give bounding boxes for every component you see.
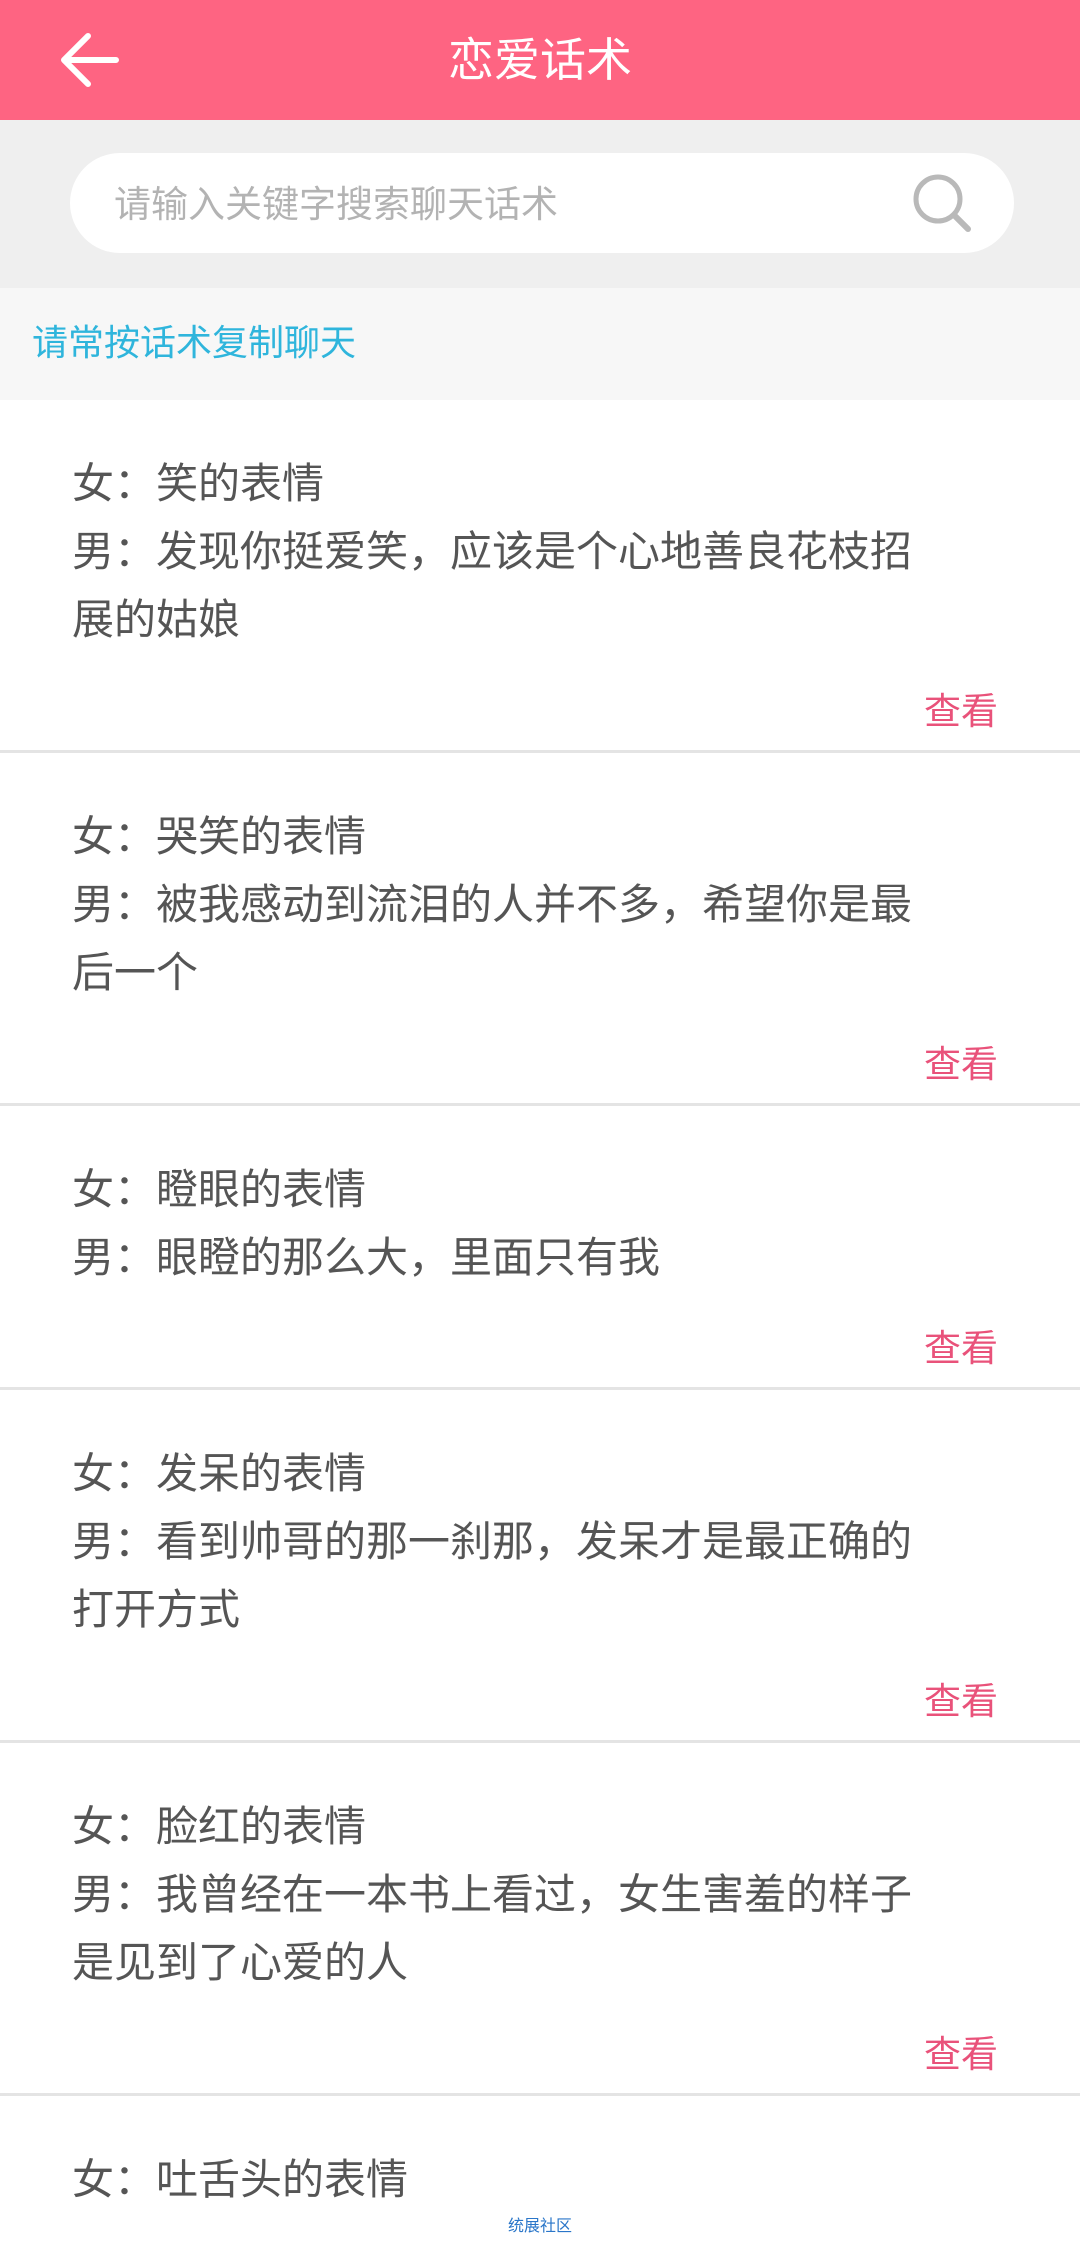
tip-text: 请常按话术复制聊天 <box>32 323 357 364</box>
view-button[interactable]: 查看 <box>924 1034 998 1088</box>
tip-bar: 请常按话术复制聊天 <box>0 288 1080 400</box>
phrase-text: 女：脸红的表情 男：我曾经在一本书上看过，女生害羞的样子 是见到了心爱的人 <box>72 1793 992 1997</box>
list-item[interactable]: 女：笑的表情 男：发现你挺爱笑，应该是个心地善良花枝招 展的姑娘 查看 <box>0 400 1080 753</box>
list-item[interactable]: 女：发呆的表情 男：看到帅哥的那一刹那，发呆才是最正确的 打开方式 查看 <box>0 1390 1080 1743</box>
phrase-text: 女：瞪眼的表情 男：眼瞪的那么大，里面只有我 <box>72 1156 992 1292</box>
male-line: 男：眼瞪的那么大，里面只有我 <box>72 1233 661 1282</box>
watermark: 统展社区 <box>508 2216 573 2235</box>
view-button[interactable]: 查看 <box>924 1671 998 1725</box>
male-line-continued: 后一个 <box>72 948 199 997</box>
phrase-text: 女：哭笑的表情 男：被我感动到流泪的人并不多，希望你是最 后一个 <box>72 803 992 1007</box>
female-line: 女：脸红的表情 <box>72 1802 367 1851</box>
search-input[interactable] <box>112 153 916 255</box>
female-line: 女：笑的表情 <box>72 459 325 508</box>
app-header: 恋爱话术 <box>0 0 1080 120</box>
list-item[interactable]: 女：哭笑的表情 男：被我感动到流泪的人并不多，希望你是最 后一个 查看 <box>0 753 1080 1106</box>
search-box[interactable] <box>70 153 1014 255</box>
view-button[interactable]: 查看 <box>924 1318 998 1372</box>
view-button[interactable]: 查看 <box>924 681 998 735</box>
male-line-continued: 是见到了心爱的人 <box>72 1938 409 1987</box>
list-item[interactable]: 女：脸红的表情 男：我曾经在一本书上看过，女生害羞的样子 是见到了心爱的人 查看 <box>0 1743 1080 2096</box>
female-line: 女：吐舌头的表情 <box>72 2155 409 2204</box>
female-line: 女：发呆的表情 <box>72 1449 367 1498</box>
female-line: 女：瞪眼的表情 <box>72 1165 367 1214</box>
phrase-text: 女：笑的表情 男：发现你挺爱笑，应该是个心地善良花枝招 展的姑娘 <box>72 450 992 654</box>
view-button[interactable]: 查看 <box>924 2024 998 2078</box>
list-item[interactable]: 女：瞪眼的表情 男：眼瞪的那么大，里面只有我 查看 <box>0 1106 1080 1390</box>
phrase-text: 女：发呆的表情 男：看到帅哥的那一刹那，发呆才是最正确的 打开方式 <box>72 1440 992 1644</box>
phrase-list: 女：笑的表情 男：发现你挺爱笑，应该是个心地善良花枝招 展的姑娘 查看 女：哭笑… <box>0 400 1080 2246</box>
search-icon[interactable] <box>910 171 974 235</box>
male-line: 男：被我感动到流泪的人并不多，希望你是最 <box>72 880 913 929</box>
page-title: 恋爱话术 <box>448 33 632 87</box>
phrase-text: 女：吐舌头的表情 <box>72 2146 992 2214</box>
back-arrow-icon <box>61 33 119 87</box>
male-line: 男：发现你挺爱笑，应该是个心地善良花枝招 <box>72 527 913 576</box>
male-line: 男：看到帅哥的那一刹那，发呆才是最正确的 <box>72 1517 913 1566</box>
back-button[interactable] <box>50 22 130 98</box>
male-line-continued: 展的姑娘 <box>72 595 241 644</box>
male-line: 男：我曾经在一本书上看过，女生害羞的样子 <box>72 1870 913 1919</box>
search-area <box>0 120 1080 288</box>
male-line-continued: 打开方式 <box>72 1585 241 1634</box>
female-line: 女：哭笑的表情 <box>72 812 367 861</box>
